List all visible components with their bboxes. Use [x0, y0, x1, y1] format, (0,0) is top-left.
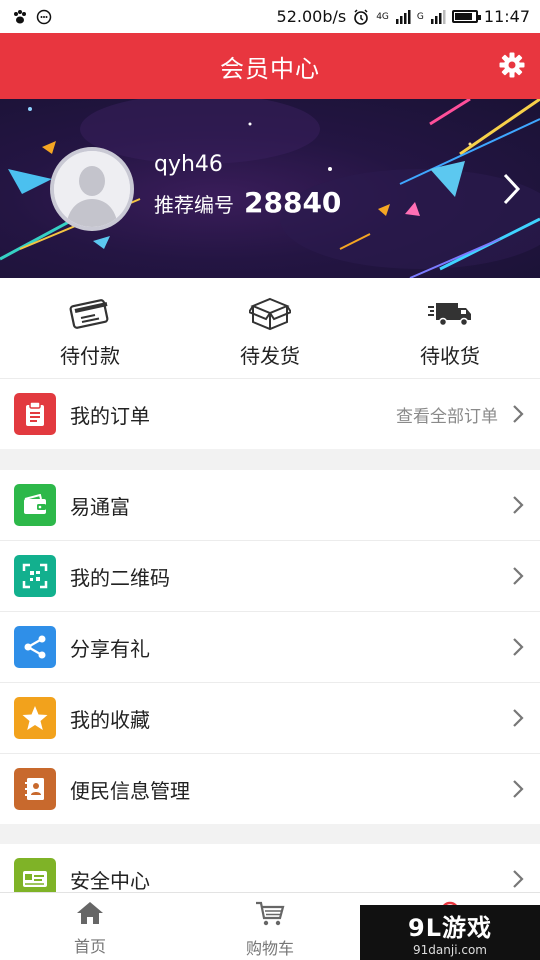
status-pending-payment-label: 待付款	[60, 344, 120, 368]
box-icon	[248, 294, 292, 334]
order-status-row: 待付款 待发货 待收货	[0, 278, 540, 378]
card-icon	[68, 294, 112, 334]
status-pending-receipt-label: 待收货	[420, 344, 480, 368]
star-icon	[14, 697, 56, 739]
menu-item-favorites[interactable]: 我的收藏	[0, 683, 540, 753]
chevron-right-icon	[512, 779, 524, 799]
nav-cart-label: 购物车	[245, 939, 294, 958]
page-title: 会员中心	[220, 54, 320, 83]
gear-icon[interactable]	[498, 51, 526, 79]
menu-item-label: 易通富	[70, 494, 130, 519]
chevron-right-icon[interactable]	[502, 172, 522, 206]
menu-item-label: 安全中心	[70, 868, 150, 893]
paw-icon	[12, 9, 28, 25]
referral-info: 推荐编号 28840	[154, 186, 341, 219]
menu-item-share[interactable]: 分享有礼	[0, 612, 540, 682]
status-pending-shipment[interactable]: 待发货	[180, 278, 360, 378]
network-speed: 52.00b/s	[276, 7, 347, 26]
watermark-url: 91danji.com	[413, 943, 487, 957]
network-g-label: G	[416, 11, 424, 22]
avatar[interactable]	[50, 147, 134, 231]
watermark: 9L游戏 91danji.com	[360, 905, 540, 960]
view-all-orders-link[interactable]: 查看全部订单	[396, 402, 498, 427]
nav-cart[interactable]: 购物车	[180, 893, 360, 960]
status-pending-receipt[interactable]: 待收货	[360, 278, 540, 378]
watermark-logo: 9L游戏	[408, 914, 492, 942]
status-pending-shipment-label: 待发货	[240, 344, 300, 368]
menu-item-label: 我的二维码	[70, 565, 170, 590]
menu-item-label: 便民信息管理	[70, 778, 190, 803]
chevron-right-icon	[512, 495, 524, 515]
menu-item-label: 分享有礼	[70, 636, 150, 661]
referral-label: 推荐编号	[154, 193, 234, 217]
signal-icon	[430, 9, 446, 24]
network-4g-label: 4G	[376, 11, 389, 22]
clock: 11:47	[483, 7, 530, 26]
chat-bubble-icon	[36, 9, 52, 25]
qr-code-icon	[14, 555, 56, 597]
truck-icon	[428, 294, 472, 334]
chevron-right-icon	[512, 404, 524, 424]
signal-icon	[395, 9, 411, 24]
chevron-right-icon	[512, 566, 524, 586]
menu-item-label: 我的收藏	[70, 707, 150, 732]
share-icon	[14, 626, 56, 668]
clipboard-icon	[14, 393, 56, 435]
status-pending-payment[interactable]: 待付款	[0, 278, 180, 378]
my-orders-row[interactable]: 我的订单 查看全部订单	[0, 379, 540, 449]
menu-item-info-management[interactable]: 便民信息管理	[0, 754, 540, 824]
menu-item-yitongfu[interactable]: 易通富	[0, 470, 540, 540]
chevron-right-icon	[512, 708, 524, 728]
home-icon	[76, 901, 104, 929]
nav-home-label: 首页	[73, 937, 106, 956]
my-orders-label: 我的订单	[70, 403, 150, 428]
cart-icon	[255, 901, 285, 931]
chevron-right-icon	[512, 637, 524, 657]
status-bar: 52.00b/s 4G G 11:47	[0, 0, 540, 33]
nav-home[interactable]: 首页	[0, 893, 180, 960]
contact-book-icon	[14, 768, 56, 810]
referral-code: 28840	[244, 186, 342, 219]
wallet-icon	[14, 484, 56, 526]
alarm-icon	[352, 8, 370, 26]
app-header: 会员中心	[0, 33, 540, 99]
username: qyh46	[154, 152, 223, 177]
chevron-right-icon	[512, 869, 524, 889]
menu-item-qr-code[interactable]: 我的二维码	[0, 541, 540, 611]
battery-icon	[451, 10, 481, 23]
